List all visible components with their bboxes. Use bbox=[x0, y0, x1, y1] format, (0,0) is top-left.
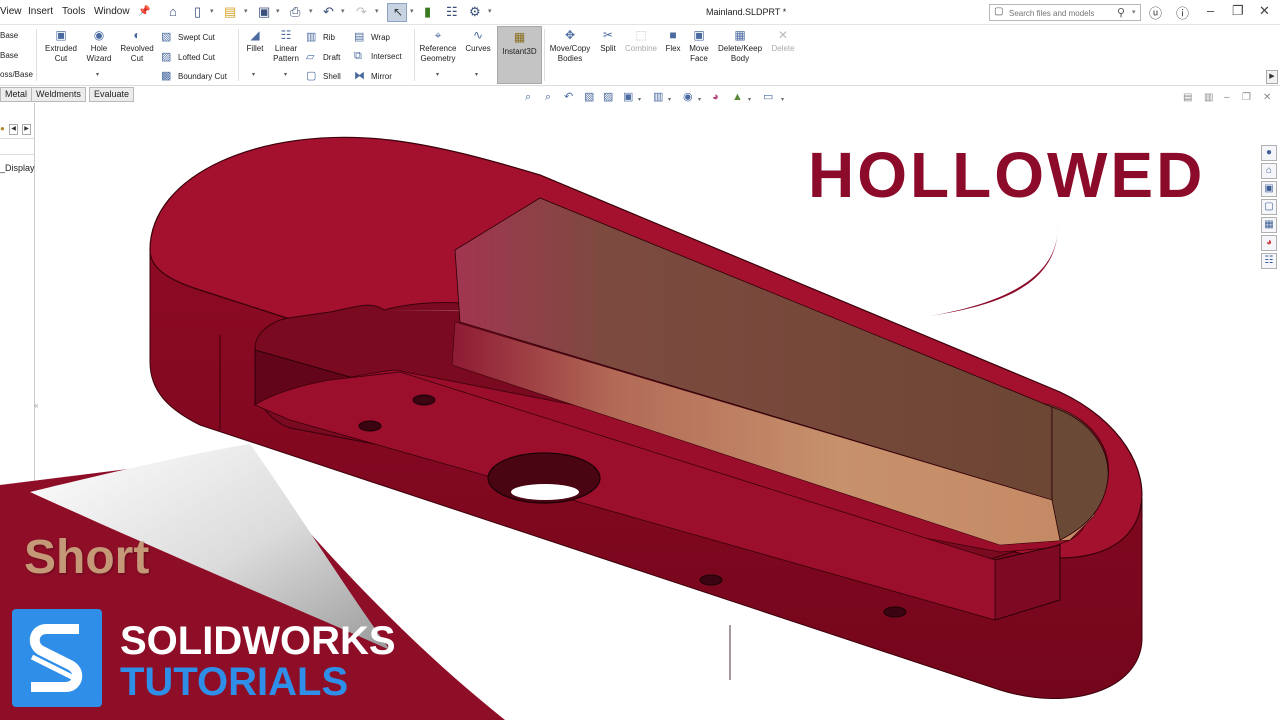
brand-line-2: TUTORIALS bbox=[120, 660, 349, 704]
solidworks-logo-icon bbox=[12, 609, 102, 707]
page-curl-graphic bbox=[0, 444, 505, 720]
brand-line-1: SOLIDWORKS bbox=[120, 619, 396, 663]
branding-overlay: Short SOLIDWORKS TUTORIALS bbox=[0, 0, 1280, 720]
brand-short-label: Short bbox=[24, 531, 150, 584]
